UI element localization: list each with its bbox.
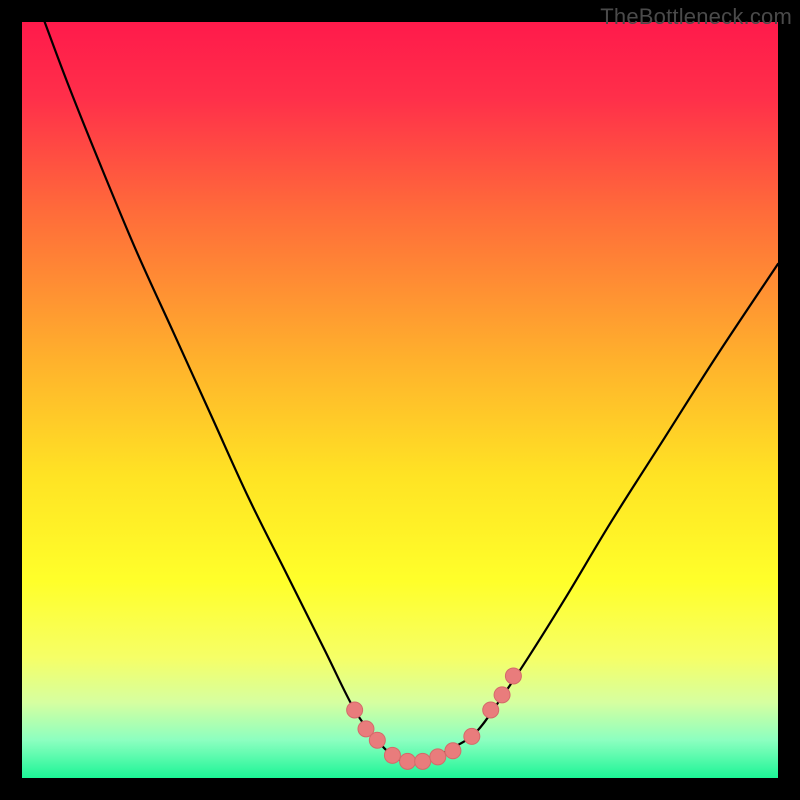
chart-frame: TheBottleneck.com (0, 0, 800, 800)
curve-marker (430, 749, 446, 765)
chart-svg (22, 22, 778, 778)
curve-marker (483, 702, 499, 718)
curve-marker (400, 753, 416, 769)
gradient-background (22, 22, 778, 778)
curve-marker (445, 743, 461, 759)
curve-marker (384, 747, 400, 763)
curve-marker (347, 702, 363, 718)
curve-marker (415, 753, 431, 769)
curve-marker (464, 728, 480, 744)
plot-area (22, 22, 778, 778)
curve-marker (505, 668, 521, 684)
curve-marker (369, 732, 385, 748)
curve-marker (494, 687, 510, 703)
watermark-text: TheBottleneck.com (600, 4, 792, 30)
